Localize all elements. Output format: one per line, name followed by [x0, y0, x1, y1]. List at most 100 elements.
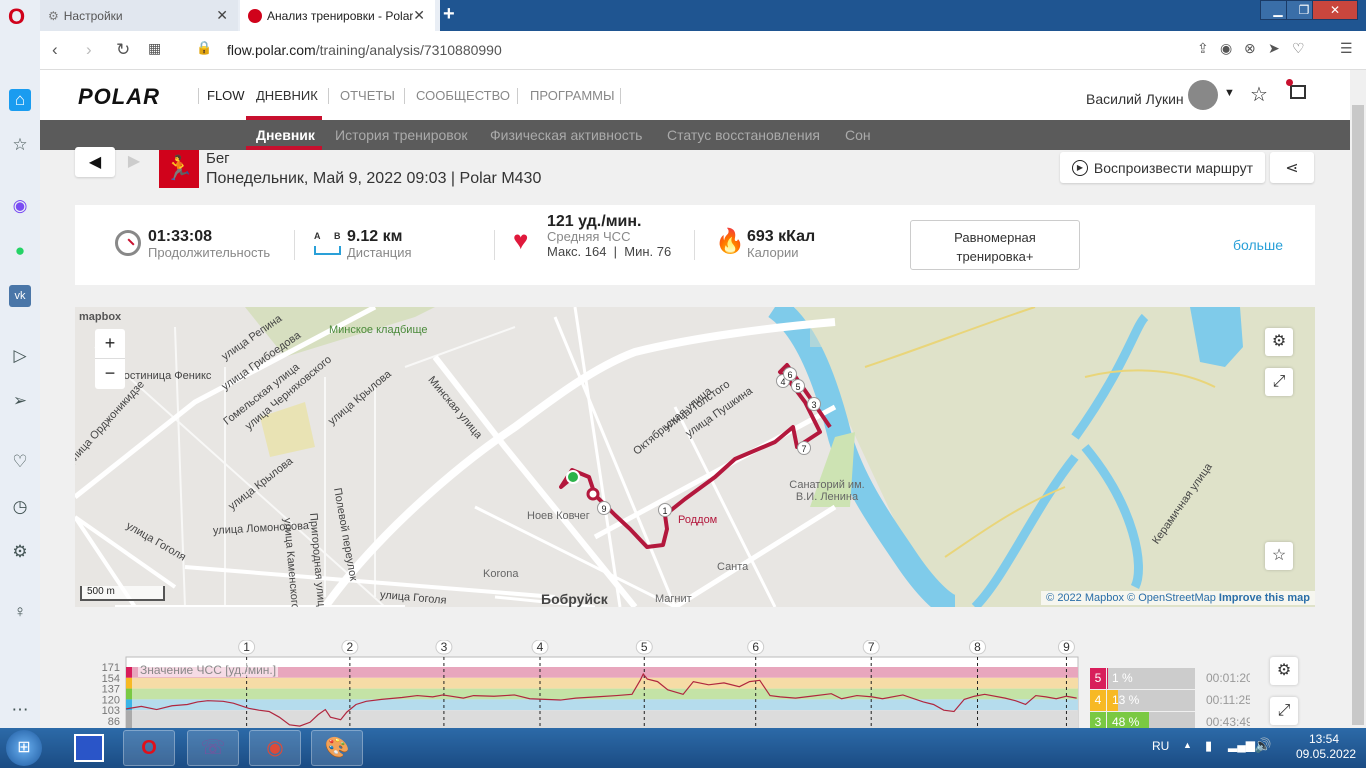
heart-icon: ♥	[513, 225, 529, 255]
subnav-activity[interactable]: Физическая активность	[490, 127, 642, 143]
nav-diary[interactable]: ДНЕВНИК	[256, 88, 318, 103]
lap-marker[interactable]: 3	[807, 397, 821, 411]
nav-reports[interactable]: ОТЧЕТЫ	[340, 88, 395, 103]
clock[interactable]: 13:54 09.05.2022	[1296, 732, 1356, 762]
more-link[interactable]: больше	[1233, 237, 1283, 253]
camera-icon[interactable]: ◉	[1220, 40, 1232, 57]
tab-settings[interactable]: ⚙ Настройки ✕	[40, 0, 238, 31]
lap-marker[interactable]: 5	[791, 379, 805, 393]
mapbox-copyright-link[interactable]: © 2022 Mapbox ©	[1046, 592, 1135, 604]
lap-marker[interactable]: 9	[597, 501, 611, 515]
bookmarks-icon[interactable]: ☆	[9, 134, 31, 156]
polar-logo[interactable]: POLAR	[78, 84, 160, 110]
zone-time: 00:01:20	[1206, 671, 1250, 685]
user-dropdown-icon[interactable]: ▼	[1224, 87, 1235, 99]
menu-icon[interactable]: ☰	[1340, 40, 1353, 57]
nav-community[interactable]: СООБЩЕСТВО	[416, 88, 510, 103]
map-settings-button[interactable]: ⚙	[1265, 328, 1293, 356]
map-label: Korona	[483, 568, 519, 580]
start-marker	[566, 470, 580, 484]
nav-programs[interactable]: ПРОГРАММЫ	[530, 88, 615, 103]
training-benefit-button[interactable]: Равномерная тренировка+	[910, 220, 1080, 270]
heart-icon[interactable]: ♡	[1292, 40, 1305, 57]
opera-menu-icon[interactable]: O	[8, 4, 30, 29]
next-session-button[interactable]: ▶	[116, 147, 152, 177]
share-icon: ⋖	[1285, 159, 1299, 177]
lap-label: 3	[441, 640, 448, 654]
map-attribution: © 2022 Mapbox © OpenStreetMap Improve th…	[1041, 591, 1315, 605]
previous-session-button[interactable]: ◀	[75, 147, 115, 177]
map-label: Роддом	[678, 514, 718, 526]
zone-number: 3	[1090, 712, 1106, 728]
lap-marker[interactable]: 1	[658, 503, 672, 517]
send-icon[interactable]: ➤	[1268, 40, 1280, 57]
start-button[interactable]: ⊞	[6, 730, 42, 766]
home-icon[interactable]: ⌂	[9, 89, 31, 111]
more-icon[interactable]: ⋯	[9, 699, 31, 721]
player-icon[interactable]: ▷	[9, 345, 31, 367]
close-tab-icon[interactable]: ✕	[216, 7, 228, 24]
subnav-recovery[interactable]: Статус восстановления	[667, 127, 820, 143]
flow-label[interactable]: FLOW	[207, 88, 245, 103]
opera-sidebar: ⌂ ☆ ◉ ● vk ▷ ➢ ♡ ◷ ⚙ ♀ ⋯	[0, 31, 40, 728]
settings-icon[interactable]: ⚙	[9, 541, 31, 563]
adblock-icon[interactable]: ⊗	[1244, 40, 1256, 57]
speed-dial-icon[interactable]: ▦	[148, 40, 161, 57]
tips-icon[interactable]: ♀	[9, 601, 31, 623]
reload-icon[interactable]: ↻	[116, 40, 130, 60]
url-field[interactable]: flow.polar.com/training/analysis/7310880…	[227, 42, 502, 58]
send-icon[interactable]: ➢	[9, 390, 31, 412]
taskbar-chrome[interactable]: ◉	[249, 730, 301, 766]
page-scrollbar[interactable]	[1350, 70, 1366, 728]
tray-expand-icon[interactable]: ▲	[1183, 740, 1192, 750]
back-icon[interactable]: ‹	[52, 40, 58, 60]
close-window-button[interactable]: ✕	[1312, 0, 1358, 20]
mapbox-logo[interactable]: mapbox	[79, 311, 121, 323]
star-icon[interactable]: ☆	[1250, 82, 1268, 107]
zone-stat-row: 5 1 % 00:01:20	[1090, 668, 1250, 689]
zone-bar-fill	[1107, 668, 1108, 689]
chart-expand-button[interactable]: ⤢	[1270, 697, 1298, 725]
zoom-in-button[interactable]: +	[95, 329, 125, 359]
signal-icon[interactable]: ▂▄▆	[1228, 738, 1255, 752]
improve-map-link[interactable]: Improve this map	[1219, 592, 1310, 604]
language-indicator[interactable]: RU	[1152, 739, 1169, 753]
history-icon[interactable]: ◷	[9, 496, 31, 518]
notifications-icon[interactable]	[1286, 79, 1306, 99]
subnav-sleep[interactable]: Сон	[845, 127, 871, 143]
new-tab-button[interactable]: +	[443, 3, 455, 26]
zone-color-key	[126, 667, 132, 678]
power-icon[interactable]: ▮	[1205, 738, 1212, 754]
volume-icon[interactable]: 🔊	[1254, 737, 1271, 754]
taskbar-opera[interactable]: O	[123, 730, 175, 766]
lap-marker[interactable]: 7	[797, 441, 811, 455]
messenger-icon[interactable]: ◉	[9, 195, 31, 217]
share-icon[interactable]: ⇪	[1197, 40, 1209, 57]
close-tab-icon[interactable]: ✕	[413, 7, 425, 24]
favorites-icon[interactable]: ♡	[9, 451, 31, 473]
map-favorite-button[interactable]: ☆	[1265, 542, 1293, 570]
subnav-history[interactable]: История тренировок	[335, 127, 467, 143]
floppy-app-icon[interactable]	[74, 734, 104, 762]
map-fullscreen-button[interactable]: ⤢	[1265, 368, 1293, 396]
subnav-diary[interactable]: Дневник	[256, 127, 315, 143]
lap-label: 7	[868, 640, 875, 654]
tab-polar-analysis[interactable]: Анализ тренировки - Polar ✕	[240, 0, 435, 31]
vk-icon[interactable]: vk	[9, 285, 31, 307]
hr-chart[interactable]: 171154137120103861 2 3 4 5 6 7 8 9	[80, 640, 1080, 728]
duration-label: Продолжительность	[148, 245, 271, 260]
running-icon: 🏃	[159, 150, 199, 188]
taskbar-viber[interactable]: ☏	[187, 730, 239, 766]
chart-settings-button[interactable]: ⚙	[1270, 657, 1298, 685]
osm-link[interactable]: OpenStreetMap	[1138, 592, 1216, 604]
lap-marker[interactable]: 6	[783, 367, 797, 381]
zoom-out-button[interactable]: −	[95, 359, 125, 389]
avatar[interactable]	[1188, 80, 1218, 110]
taskbar-paint[interactable]: 🎨	[311, 730, 363, 766]
forward-icon[interactable]: ›	[86, 40, 92, 60]
whatsapp-icon[interactable]: ●	[9, 240, 31, 262]
share-button[interactable]: ⋖	[1270, 152, 1314, 183]
route-map[interactable]: 1 3 4 5 6 7 9 Минское кладбище гостиница…	[75, 307, 1315, 607]
replay-route-button[interactable]: ▶ Воспроизвести маршрут	[1060, 152, 1265, 183]
user-name[interactable]: Василий Лукин	[1086, 91, 1184, 107]
